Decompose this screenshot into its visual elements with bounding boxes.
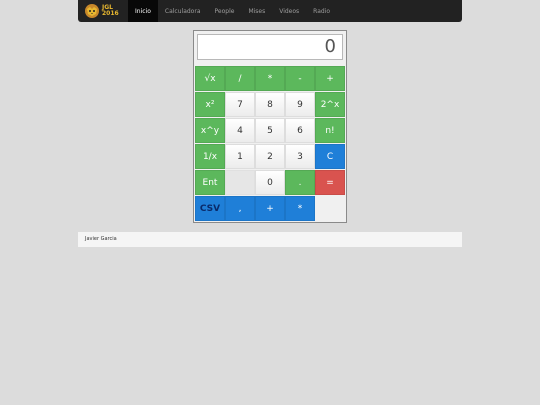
factorial-button[interactable]: n!: [315, 118, 345, 143]
nav-item-people[interactable]: People: [208, 0, 242, 22]
square-button[interactable]: x²: [195, 92, 225, 117]
brand-line2: 2016: [102, 10, 119, 17]
footer: Javier Garcia: [78, 232, 462, 247]
plus-button[interactable]: +: [315, 66, 345, 91]
digit-9-button[interactable]: 9: [285, 92, 315, 117]
calculator: 0 √x / * - + x² 7 8 9 2^x x^y 4 5 6 n! 1…: [193, 30, 347, 223]
brand-logo[interactable]: JGL 2016: [78, 0, 128, 22]
plus-alt-button[interactable]: +: [255, 196, 285, 221]
tiger-logo-icon: [85, 4, 99, 18]
brand-text: JGL 2016: [102, 5, 119, 17]
nav-item-mises[interactable]: Mises: [241, 0, 272, 22]
nav-item-inicio[interactable]: Inicio: [128, 0, 158, 22]
digit-8-button[interactable]: 8: [255, 92, 285, 117]
footer-author: Javier Garcia: [85, 236, 117, 242]
reciprocal-button[interactable]: 1/x: [195, 144, 225, 169]
enter-button[interactable]: Ent: [195, 170, 225, 195]
nav-item-radio[interactable]: Radio: [306, 0, 337, 22]
equals-button[interactable]: =: [315, 170, 345, 195]
clear-button[interactable]: C: [315, 144, 345, 169]
digit-3-button[interactable]: 3: [285, 144, 315, 169]
digit-4-button[interactable]: 4: [225, 118, 255, 143]
digit-6-button[interactable]: 6: [285, 118, 315, 143]
blank-key: [225, 170, 255, 195]
digit-7-button[interactable]: 7: [225, 92, 255, 117]
csv-button[interactable]: CSV: [195, 196, 225, 221]
minus-button[interactable]: -: [285, 66, 315, 91]
power-button[interactable]: x^y: [195, 118, 225, 143]
digit-2-button[interactable]: 2: [255, 144, 285, 169]
nav-item-videos[interactable]: Videos: [272, 0, 306, 22]
digit-5-button[interactable]: 5: [255, 118, 285, 143]
digit-0-button[interactable]: 0: [255, 170, 285, 195]
digit-1-button[interactable]: 1: [225, 144, 255, 169]
multiply-button[interactable]: *: [255, 66, 285, 91]
pow2-button[interactable]: 2^x: [315, 92, 345, 117]
calculator-display: 0: [197, 34, 343, 60]
nav-item-calculadora[interactable]: Calculadora: [158, 0, 208, 22]
star-button[interactable]: *: [285, 196, 315, 221]
divide-button[interactable]: /: [225, 66, 255, 91]
decimal-button[interactable]: .: [285, 170, 315, 195]
navbar: JGL 2016 Inicio Calculadora People Mises…: [78, 0, 462, 22]
comma-button[interactable]: ,: [225, 196, 255, 221]
sqrt-button[interactable]: √x: [195, 66, 225, 91]
